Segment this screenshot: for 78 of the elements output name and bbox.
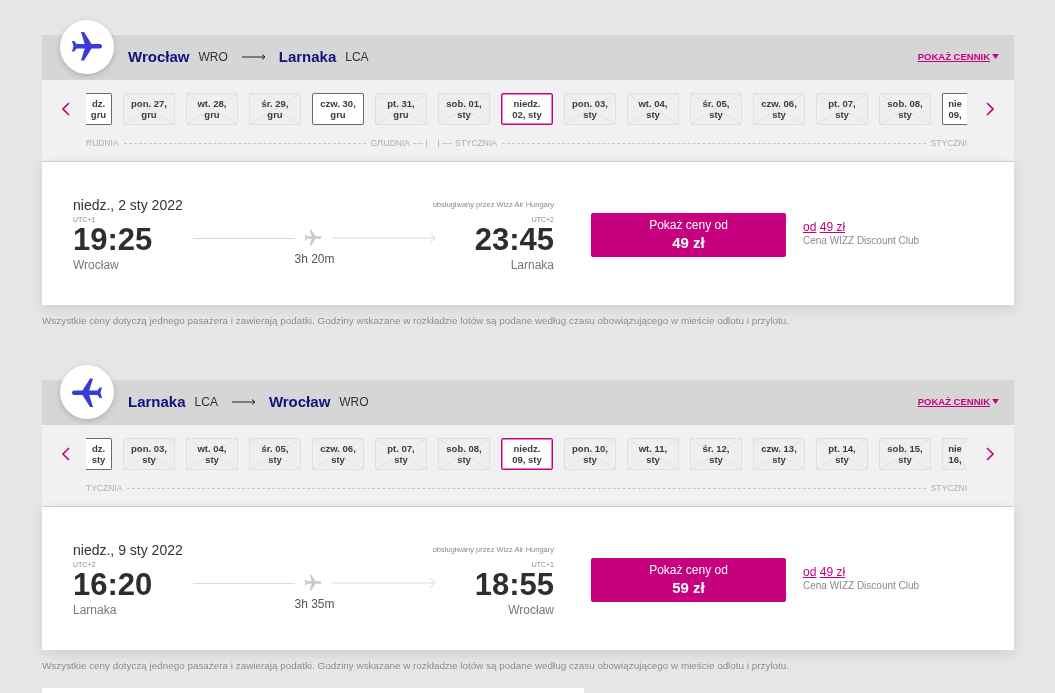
month-label: RUDNIA <box>86 137 119 149</box>
origin-code: WRO <box>198 48 228 66</box>
date-tile[interactable]: czw. 06, sty <box>753 93 805 125</box>
caret-down-icon <box>992 54 999 59</box>
date-tile[interactable]: pon. 03, sty <box>564 93 616 125</box>
date-tile[interactable]: pon. 03, sty <box>123 438 175 470</box>
show-prices-button[interactable]: Pokaż ceny od 49 zł <box>591 213 786 257</box>
departure-time: 16:20 <box>73 570 153 600</box>
date-tile[interactable]: sob. 08, sty <box>879 93 931 125</box>
date-tile[interactable]: śr. 12, sty <box>690 438 742 470</box>
destination-code: LCA <box>345 48 369 66</box>
club-price-link[interactable]: od 49 zł <box>803 565 846 579</box>
arrow-icon <box>332 232 436 244</box>
date-tile[interactable]: niedz. 09, sty <box>501 438 553 470</box>
disclaimer-text: Wszystkie ceny dotyczą jednego pasażera i zawierają podatki. Godziny wskazane w rozkładzie lotów są podane według czasu obowiązującego w mieście odlotu i przylotu. <box>42 660 791 672</box>
chevron-right-icon <box>986 447 994 461</box>
arrival-city: Wrocław <box>508 603 554 618</box>
date-tile[interactable]: wt. 11, sty <box>627 438 679 470</box>
date-tile[interactable]: śr. 29, gru <box>249 93 301 125</box>
date-tile[interactable]: pt. 14, sty <box>816 438 868 470</box>
month-label: STYCZNI <box>930 482 967 494</box>
date-tile[interactable]: wt. 04, sty <box>627 93 679 125</box>
date-tile[interactable]: niedz. 02, sty <box>501 93 553 125</box>
date-tile[interactable]: pt. 31, gru <box>375 93 427 125</box>
date-tile[interactable]: sob. 08, sty <box>438 438 490 470</box>
club-price-link[interactable]: od 49 zł <box>803 220 846 234</box>
destination-city: Wrocław <box>268 391 331 412</box>
arrow-icon <box>231 397 256 406</box>
date-tile[interactable]: czw. 13, sty <box>753 438 805 470</box>
destination-city: Larnaka <box>278 46 337 67</box>
date-tile[interactable]: pon. 10, sty <box>564 438 616 470</box>
chevron-right-icon <box>986 102 994 116</box>
departure-city: Wrocław <box>73 258 119 273</box>
show-price-list-link[interactable]: POKAŻ CENNIK <box>917 396 999 407</box>
plane-icon <box>303 573 323 593</box>
date-tile[interactable]: pt. 07, sty <box>375 438 427 470</box>
plane-icon <box>303 228 323 248</box>
date-tile[interactable]: czw. 30, gru <box>312 93 364 125</box>
date-tile[interactable]: śr. 05, sty <box>249 438 301 470</box>
origin-city: Wrocław <box>128 46 190 67</box>
arrow-icon <box>241 52 266 61</box>
month-label: TYCZNIA <box>86 482 123 494</box>
date-tile[interactable]: wt. 28, gru <box>186 93 238 125</box>
show-price-list-link[interactable]: POKAŻ CENNIK <box>917 51 999 62</box>
date-tile[interactable]: nie 09, <box>942 93 967 125</box>
departure-city: Larnaka <box>73 603 117 618</box>
month-label: STYCZNI <box>930 137 967 149</box>
date-tile[interactable]: sob. 15, sty <box>879 438 931 470</box>
date-tile[interactable]: śr. 05, sty <box>690 93 742 125</box>
origin-code: LCA <box>194 393 218 411</box>
club-price-caption: Cena WIZZ Discount Club <box>803 579 920 593</box>
flight-duration: 3h 20m <box>294 252 335 267</box>
arrival-city: Larnaka <box>510 258 554 273</box>
caret-down-icon <box>992 399 999 404</box>
flight-date: niedz., 9 sty 2022 <box>73 542 183 558</box>
flight-date: niedz., 2 sty 2022 <box>73 197 183 213</box>
arrival-time: 18:55 <box>474 570 554 600</box>
origin-city: Larnaka <box>128 391 186 412</box>
flight-duration: 3h 35m <box>294 597 335 612</box>
chevron-left-icon <box>62 447 70 461</box>
date-tile[interactable]: nie 16, <box>942 438 967 470</box>
club-price-caption: Cena WIZZ Discount Club <box>803 234 920 248</box>
month-label: GRUDNIA <box>370 137 410 149</box>
date-tile[interactable]: sob. 01, sty <box>438 93 490 125</box>
destination-code: WRO <box>339 393 369 411</box>
arrival-time: 23:45 <box>474 225 554 255</box>
chevron-left-icon <box>62 102 70 116</box>
departure-time: 19:25 <box>73 225 153 255</box>
date-tile[interactable]: czw. 06, sty <box>312 438 364 470</box>
date-tile[interactable]: dz. sty <box>86 438 112 470</box>
date-tile[interactable]: dz. gru <box>86 93 112 125</box>
month-label: STYCZNIA <box>455 137 498 149</box>
arrow-icon <box>332 577 436 589</box>
date-tile[interactable]: wt. 04, sty <box>186 438 238 470</box>
date-tile[interactable]: pon. 27, gru <box>123 93 175 125</box>
show-prices-button[interactable]: Pokaż ceny od 59 zł <box>591 558 786 602</box>
disclaimer-text: Wszystkie ceny dotyczą jednego pasażera i zawierają podatki. Godziny wskazane w rozkładzie lotów są podane według czasu obowiązującego w mieście odlotu i przylotu. <box>42 315 791 327</box>
date-tile[interactable]: pt. 07, sty <box>816 93 868 125</box>
